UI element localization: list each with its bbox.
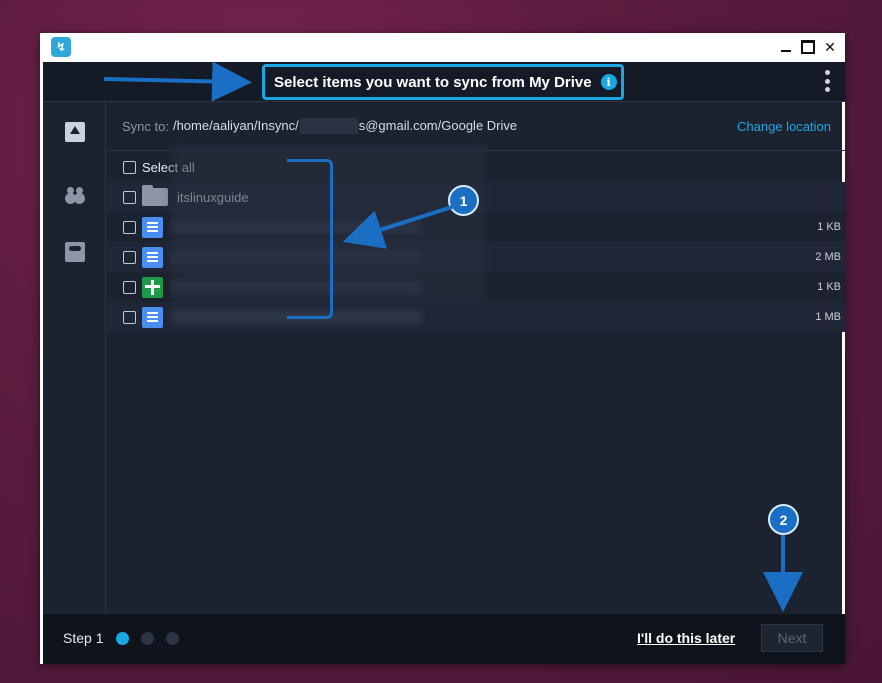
select-all-checkbox[interactable] <box>123 160 136 174</box>
my-drive-icon[interactable] <box>65 122 85 142</box>
google-doc-icon <box>142 246 163 268</box>
sync-path-prefix: /home/aaliyan/Insync/ <box>172 117 299 133</box>
do-this-later-link[interactable]: I'll do this later <box>637 630 735 646</box>
list-item[interactable]: 1 MB <box>107 302 845 332</box>
shared-drives-icon[interactable] <box>65 242 85 262</box>
step-dot-active <box>116 632 129 645</box>
sync-location-row: Sync to: /home/aaliyan/Insync/s@gmail.co… <box>107 102 845 151</box>
sync-path: /home/aaliyan/Insync/s@gmail.com/Google … <box>173 118 517 135</box>
sync-path-suffix: s@gmail.com/Google Drive <box>358 117 518 133</box>
select-all-label: Select all <box>142 159 195 175</box>
list-item[interactable]: 1 KB <box>107 272 845 302</box>
next-button[interactable]: Next <box>761 624 823 652</box>
annotation-callout-1: 1 <box>448 185 479 216</box>
google-sheet-icon <box>142 276 163 298</box>
item-checkbox[interactable] <box>123 250 136 264</box>
item-size: 1 MB <box>815 311 841 323</box>
annotation-callout-2: 2 <box>768 504 799 535</box>
item-checkbox[interactable] <box>123 220 136 234</box>
insync-logo-icon: ↯ <box>51 37 71 57</box>
insync-window: ↯ ✕ Select items you want to sync from M… <box>40 33 845 664</box>
window-titlebar: ↯ ✕ <box>43 33 845 62</box>
step-dot <box>141 632 154 645</box>
google-doc-icon <box>142 216 163 238</box>
page-title: Select items you want to sync from My Dr… <box>274 73 592 91</box>
step-label: Step 1 <box>63 630 104 646</box>
close-icon[interactable]: ✕ <box>821 38 839 56</box>
sidebar <box>43 102 106 614</box>
item-name: itslinuxguide <box>177 189 249 205</box>
change-location-link[interactable]: Change location <box>737 119 831 134</box>
item-checkbox[interactable] <box>123 280 136 294</box>
step-dot <box>166 632 179 645</box>
sync-label: Sync to: <box>122 118 169 134</box>
item-checkbox[interactable] <box>123 310 136 324</box>
annotation-bracket <box>287 159 333 319</box>
main-panel: Sync to: /home/aaliyan/Insync/s@gmail.co… <box>107 102 845 614</box>
info-icon[interactable]: i <box>600 74 617 90</box>
item-size: 1 KB <box>817 281 841 293</box>
minimize-icon[interactable] <box>777 38 795 56</box>
dialog-header: Select items you want to sync from My Dr… <box>43 62 845 102</box>
google-doc-icon <box>142 306 163 328</box>
item-size: 1 KB <box>817 221 841 233</box>
maximize-icon[interactable] <box>799 38 817 56</box>
header-title-highlight: Select items you want to sync from My Dr… <box>262 64 624 100</box>
folder-icon <box>142 185 168 206</box>
redacted-email <box>299 118 358 135</box>
item-size: 2 MB <box>815 251 841 263</box>
list-item[interactable]: 1 KB <box>107 212 845 242</box>
kebab-menu-icon[interactable] <box>823 70 831 92</box>
list-item[interactable]: 2 MB <box>107 242 845 272</box>
dialog-footer: Step 1 I'll do this later Next <box>43 614 845 664</box>
shared-with-me-icon[interactable] <box>65 183 85 203</box>
item-checkbox[interactable] <box>123 190 136 204</box>
select-all-row[interactable]: Select all <box>107 152 845 182</box>
